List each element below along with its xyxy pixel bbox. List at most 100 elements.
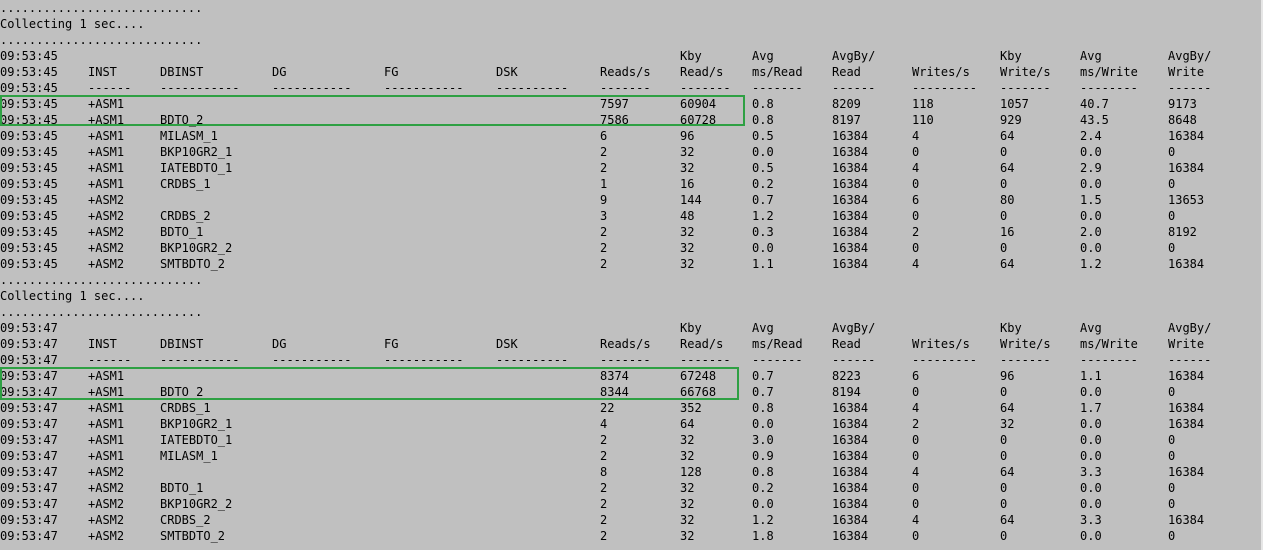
cell-avgby-read: 16384	[832, 161, 869, 175]
cell-kby-write-s: Kby	[1000, 49, 1022, 63]
cell-inst: +ASM1	[88, 449, 125, 463]
highlight-box-2	[0, 367, 739, 400]
cell-dsk: ----------	[496, 353, 569, 367]
cell-time: 09:53:47	[0, 449, 58, 463]
dotted-separator-text: ............................	[0, 33, 203, 47]
cell-dsk: DSK	[496, 337, 518, 351]
cell-kby-write-s: 0	[1000, 145, 1008, 159]
table-row: 09:53:47 +ASM2 CRDBS_2 2 32 1.2 16384 4 64 3.3 163…	[0, 512, 1263, 528]
cell-kby-write-s: -------	[1000, 353, 1051, 367]
cell-avg-ms-write: 0.0	[1080, 209, 1102, 223]
cell-kby-write-s: Write/s	[1000, 337, 1051, 351]
cell-kby-write-s: 1057	[1000, 97, 1029, 111]
cell-kby-read-s: 32	[680, 225, 695, 239]
cell-dbinst: BKP10GR2_2	[160, 497, 233, 511]
cell-writes-s: 0	[912, 241, 920, 255]
cell-writes-s: 2	[912, 417, 920, 431]
cell-avg-ms-write: Avg	[1080, 321, 1102, 335]
cell-avg-ms-write: 0.0	[1080, 433, 1102, 447]
cell-avg-ms-write: ms/Write	[1080, 65, 1138, 79]
cell-inst: +ASM2	[88, 257, 125, 271]
cell-inst: ------	[88, 353, 132, 367]
cell-avgby-read: ------	[832, 353, 876, 367]
cell-kby-read-s: 32	[680, 449, 695, 463]
cell-fg: FG	[384, 65, 399, 79]
cell-avg-ms-read: 0.5	[752, 161, 774, 175]
dotted-separator-line: ............................	[0, 272, 1263, 288]
cell-writes-s: 0	[912, 497, 920, 511]
table-row: 09:53:47 +ASM2 SMTBDTO_2 2 32 1.8 16384 0 0 0.0 0	[0, 528, 1263, 544]
cell-avg-ms-read: 0.7	[752, 193, 774, 207]
cell-inst: ------	[88, 81, 132, 95]
cell-fg: -----------	[384, 81, 464, 95]
table-row: 09:53:45 ------ ----------- ----------- ----…	[0, 80, 1263, 96]
cell-dbinst: CRDBS_2	[160, 209, 211, 223]
cell-avg-ms-write: 0.0	[1080, 481, 1102, 495]
table-row: 09:53:45 +ASM2 CRDBS_2 3 48 1.2 16384 0 0 0.0 0	[0, 208, 1263, 224]
table-row: 09:53:45 INST DBINST DG FG DSK Reads/s Read/s ms…	[0, 64, 1263, 80]
cell-kby-write-s: 929	[1000, 113, 1022, 127]
cell-kby-read-s: 32	[680, 257, 695, 271]
cell-reads-s: 2	[600, 161, 608, 175]
cell-avg-ms-write: 3.3	[1080, 465, 1102, 479]
cell-avgby-write: 0	[1168, 497, 1176, 511]
cell-inst: +ASM2	[88, 209, 125, 223]
cell-avgby-read: 16384	[832, 257, 869, 271]
cell-kby-write-s: 64	[1000, 129, 1015, 143]
cell-kby-write-s: Write/s	[1000, 65, 1051, 79]
cell-dbinst: -----------	[160, 81, 240, 95]
cell-time: 09:53:45	[0, 81, 58, 95]
cell-kby-write-s: 64	[1000, 513, 1015, 527]
cell-kby-read-s: 32	[680, 497, 695, 511]
cell-dbinst: DBINST	[160, 337, 204, 351]
cell-kby-read-s: 16	[680, 177, 695, 191]
cell-avgby-read: 16384	[832, 481, 869, 495]
cell-avgby-write: Write	[1168, 337, 1205, 351]
cell-reads-s: 2	[600, 145, 608, 159]
cell-avgby-write: 9173	[1168, 97, 1197, 111]
cell-kby-read-s: 144	[680, 193, 702, 207]
cell-avgby-write: 0	[1168, 481, 1176, 495]
cell-kby-read-s: Kby	[680, 49, 702, 63]
cell-fg: -----------	[384, 353, 464, 367]
cell-time: 09:53:47	[0, 465, 58, 479]
cell-time: 09:53:45	[0, 65, 58, 79]
cell-writes-s: Writes/s	[912, 337, 970, 351]
cell-writes-s: 4	[912, 257, 920, 271]
cell-avgby-read: AvgBy/	[832, 49, 876, 63]
cell-writes-s: 4	[912, 129, 920, 143]
table-row: 09:53:45 +ASM1 MILASM_1 6 96 0.5 16384 4 64 2.4 16…	[0, 128, 1263, 144]
cell-kby-read-s: 32	[680, 145, 695, 159]
cell-avg-ms-write: 0.0	[1080, 145, 1102, 159]
cell-avg-ms-read: 0.3	[752, 225, 774, 239]
cell-avg-ms-write: 1.7	[1080, 401, 1102, 415]
cell-inst: +ASM1	[88, 177, 125, 191]
cell-kby-read-s: -------	[680, 81, 731, 95]
cell-avgby-read: 16384	[832, 497, 869, 511]
cell-avg-ms-write: 0.0	[1080, 529, 1102, 543]
cell-inst: +ASM2	[88, 193, 125, 207]
cell-fg: FG	[384, 337, 399, 351]
cell-dbinst: BKP10GR2_2	[160, 241, 233, 255]
cell-avgby-write: 0	[1168, 209, 1176, 223]
cell-reads-s: Reads/s	[600, 337, 651, 351]
cell-avg-ms-read: 1.8	[752, 529, 774, 543]
cell-writes-s: 0	[912, 529, 920, 543]
cell-avgby-write: 16384	[1168, 513, 1205, 527]
cell-dbinst: BDTO_1	[160, 481, 204, 495]
cell-avg-ms-write: 40.7	[1080, 97, 1109, 111]
cell-kby-read-s: -------	[680, 353, 731, 367]
cell-time: 09:53:47	[0, 529, 58, 543]
cell-kby-write-s: 0	[1000, 209, 1008, 223]
table-row: 09:53:47 ------ ----------- ----------- ----…	[0, 352, 1263, 368]
cell-avg-ms-read: -------	[752, 81, 803, 95]
cell-writes-s: 4	[912, 465, 920, 479]
cell-inst: +ASM1	[88, 433, 125, 447]
cell-avg-ms-write: ms/Write	[1080, 337, 1138, 351]
cell-time: 09:53:45	[0, 129, 58, 143]
cell-avgby-write: 0	[1168, 241, 1176, 255]
cell-kby-write-s: 32	[1000, 417, 1015, 431]
cell-avg-ms-write: 0.0	[1080, 497, 1102, 511]
cell-kby-write-s: Kby	[1000, 321, 1022, 335]
cell-dbinst: -----------	[160, 353, 240, 367]
